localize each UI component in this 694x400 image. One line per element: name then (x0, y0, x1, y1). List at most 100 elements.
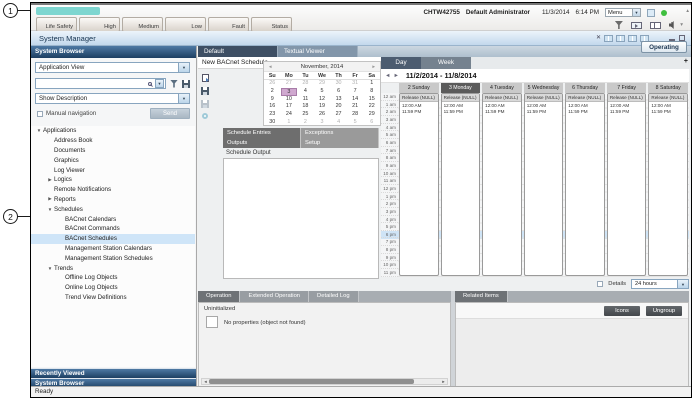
calendar-day-8[interactable]: 8 (363, 88, 380, 96)
calendar-day-5[interactable]: 5 (347, 119, 364, 127)
horizontal-scrollbar[interactable]: ◄ ► (201, 378, 448, 385)
tab-extended-operation[interactable]: Extended Operation (240, 291, 309, 302)
day-header-4-tuesday[interactable]: 4 Tuesday (482, 83, 522, 93)
calendar-day-2[interactable]: 2 (297, 119, 314, 127)
manual-navigation-checkbox[interactable] (37, 111, 43, 117)
tree-item-logics[interactable]: ▶Logics (31, 175, 195, 185)
tree-item-log-viewer[interactable]: Log Viewer (31, 165, 195, 175)
calendar-day-25[interactable]: 25 (297, 111, 314, 119)
layout-icon[interactable] (650, 22, 661, 29)
save-icon[interactable] (201, 87, 209, 95)
calendar-day-1[interactable]: 1 (363, 80, 380, 88)
calendar-day-21[interactable]: 21 (347, 103, 364, 111)
filter-icon[interactable] (615, 21, 623, 29)
schedule-entry[interactable]: Release (NULL)12:00 AM11:59 PM (399, 93, 439, 276)
calendar-day-2[interactable]: 2 (264, 88, 281, 96)
summary-button-life-safety[interactable]: Life Safety (36, 17, 77, 32)
calendar-day-23[interactable]: 23 (264, 111, 281, 119)
tab-day[interactable]: Day (381, 57, 421, 69)
calendar-day-28[interactable]: 28 (347, 111, 364, 119)
day-header-5-wednesday[interactable]: 5 Wednesday (524, 83, 564, 93)
calendar-day-29[interactable]: 29 (314, 80, 331, 88)
add-icon[interactable]: + (684, 58, 688, 65)
tab-setup[interactable]: Setup (301, 138, 379, 148)
tab-week[interactable]: Week (421, 57, 471, 69)
calendar-day-15[interactable]: 15 (363, 96, 380, 104)
summary-button-medium[interactable]: Medium (122, 17, 163, 32)
layout-option-3-icon[interactable] (628, 35, 637, 42)
schedule-entry[interactable]: Release (NULL)12:00 AM11:59 PM (565, 93, 605, 276)
system-browser-header[interactable]: System Browser (31, 46, 196, 58)
operating-button[interactable]: Operating (641, 41, 687, 53)
display-icon[interactable] (631, 22, 642, 29)
close-layout-icon[interactable]: ✕ (596, 35, 601, 42)
chevron-down-icon[interactable]: ▼ (155, 79, 164, 88)
schedule-entry[interactable]: Release (NULL)12:00 AM11:59 PM (648, 93, 688, 276)
save-as-icon[interactable] (201, 100, 209, 108)
tree-expander-icon[interactable]: ▼ (35, 128, 43, 133)
scrollbar-thumb[interactable] (209, 379, 414, 384)
day-header-7-friday[interactable]: 7 Friday (607, 83, 647, 93)
calendar-day-19[interactable]: 19 (314, 103, 331, 111)
calendar-day-3[interactable]: 3 (314, 119, 331, 127)
recently-viewed-bar[interactable]: Recently Viewed (31, 368, 196, 378)
layout-option-1-icon[interactable] (604, 35, 613, 42)
hours-range-dropdown[interactable]: 24 hours ▼ (631, 279, 689, 289)
calendar-day-28[interactable]: 28 (297, 80, 314, 88)
calendar-day-12[interactable]: 12 (314, 96, 331, 104)
calendar-day-29[interactable]: 29 (363, 111, 380, 119)
calendar-day-26[interactable]: 26 (314, 111, 331, 119)
filter-icon[interactable] (170, 80, 178, 88)
calendar-day-20[interactable]: 20 (330, 103, 347, 111)
next-month-icon[interactable]: ► (372, 64, 376, 69)
menu-dropdown[interactable]: Menu ▼ (605, 8, 641, 17)
calendar-day-14[interactable]: 14 (347, 96, 364, 104)
tree-item-management-station-calendars[interactable]: Management Station Calendars (31, 244, 195, 254)
schedule-output-list[interactable] (223, 158, 379, 279)
tree-item-schedules[interactable]: ▼Schedules (31, 204, 195, 214)
calendar-day-16[interactable]: 16 (264, 103, 281, 111)
chevron-up-icon[interactable]: ▴ (686, 8, 689, 14)
day-header-6-thursday[interactable]: 6 Thursday (565, 83, 605, 93)
tree-expander-icon[interactable]: ▶ (46, 196, 54, 202)
tab-schedule-entries[interactable]: Schedule Entries (223, 128, 301, 138)
calendar-day-26[interactable]: 26 (264, 80, 281, 88)
tree-item-reports[interactable]: ▶Reports (31, 195, 195, 205)
save-icon[interactable] (182, 80, 190, 88)
calendar-day-27[interactable]: 27 (281, 80, 298, 88)
tab-detailed-log[interactable]: Detailed Log (309, 291, 359, 302)
summary-button-low[interactable]: Low (165, 17, 206, 32)
previous-week-icon[interactable]: ◄ (385, 73, 390, 79)
tree-item-address-book[interactable]: Address Book (31, 136, 195, 146)
layout-option-2-icon[interactable] (616, 35, 625, 42)
scroll-left-icon[interactable]: ◄ (202, 379, 209, 384)
tree-item-bacnet-calendars[interactable]: BACnet Calendars (31, 214, 195, 224)
tab-exceptions[interactable]: Exceptions (301, 128, 379, 138)
calendar-day-24[interactable]: 24 (281, 111, 298, 119)
settings-icon[interactable] (202, 113, 208, 119)
tree-item-documents[interactable]: Documents (31, 146, 195, 156)
tree-item-offline-log-objects[interactable]: Offline Log Objects (31, 273, 195, 283)
calendar-day-22[interactable]: 22 (363, 103, 380, 111)
tree-expander-icon[interactable]: ▼ (46, 266, 54, 271)
search-input[interactable]: ▼ (35, 78, 166, 89)
tree-item-online-log-objects[interactable]: Online Log Objects (31, 283, 195, 293)
schedule-entry[interactable]: Release (NULL)12:00 AM11:59 PM (441, 93, 481, 276)
tab-textual-viewer[interactable]: Textual Viewer (278, 46, 358, 57)
summary-button-status[interactable]: Status (251, 17, 292, 32)
tree-expander-icon[interactable]: ▶ (46, 177, 54, 183)
export-icon[interactable] (202, 74, 209, 82)
calendar-day-6[interactable]: 6 (330, 88, 347, 96)
send-button[interactable]: Send (150, 108, 190, 119)
tree-item-management-station-schedules[interactable]: Management Station Schedules (31, 253, 195, 263)
calendar-day-5[interactable]: 5 (314, 88, 331, 96)
calendar-day-30[interactable]: 30 (330, 80, 347, 88)
schedule-entry[interactable]: Release (NULL)12:00 AM11:59 PM (524, 93, 564, 276)
tree-item-bacnet-schedules[interactable]: BACnet Schedules (31, 234, 195, 244)
tab-default[interactable]: Default (198, 46, 278, 57)
summary-button-fault[interactable]: Fault (208, 17, 249, 32)
day-header-2-sunday[interactable]: 2 Sunday (399, 83, 439, 93)
day-header-8-saturday[interactable]: 8 Saturday (648, 83, 688, 93)
tree-item-trend-view-definitions[interactable]: Trend View Definitions (31, 293, 195, 303)
calendar-day-13[interactable]: 13 (330, 96, 347, 104)
